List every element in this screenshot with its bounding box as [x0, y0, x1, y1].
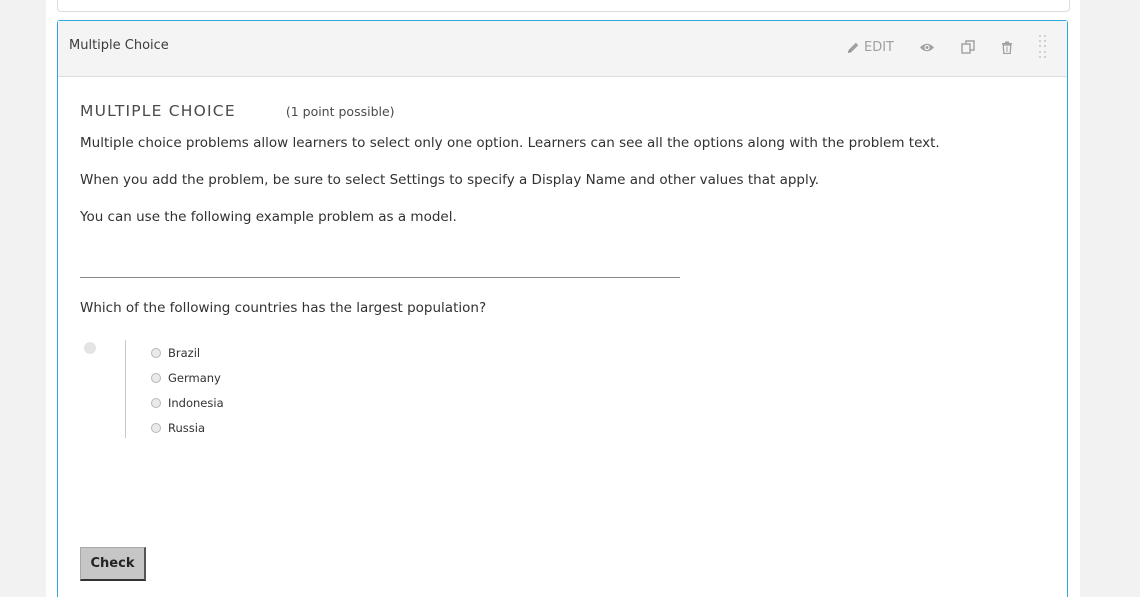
problem-instructions: When you add the problem, be sure to sel… [80, 172, 820, 188]
component-header: Multiple Choice EDIT [58, 21, 1067, 77]
problem-description: Multiple choice problems allow learners … [80, 135, 940, 151]
problem-header: MULTIPLE CHOICE (1 point possible) [80, 102, 1040, 120]
choice-group: Brazil Germany Indonesia Russia [80, 340, 1040, 440]
choice-label: Russia [168, 420, 205, 435]
choice-label: Indonesia [168, 395, 224, 410]
copy-icon [961, 40, 975, 54]
trash-icon [1002, 41, 1012, 54]
radio-button[interactable] [151, 397, 161, 408]
check-button[interactable]: Check [80, 547, 146, 581]
pencil-icon [848, 42, 859, 53]
problem-body: MULTIPLE CHOICE (1 point possible) Multi… [80, 102, 1040, 440]
preview-button[interactable] [919, 42, 935, 53]
problem-model-note: You can use the following example proble… [80, 209, 457, 225]
choice-list: Brazil Germany Indonesia Russia [151, 340, 224, 440]
choice-russia[interactable]: Russia [151, 415, 224, 440]
edit-button[interactable]: EDIT [847, 40, 894, 55]
radio-button[interactable] [151, 422, 161, 433]
question-text: Which of the following countries has the… [80, 300, 487, 316]
component-title: Multiple Choice [69, 38, 169, 53]
choice-brazil[interactable]: Brazil [151, 340, 224, 365]
choice-indonesia[interactable]: Indonesia [151, 390, 224, 415]
choice-germany[interactable]: Germany [151, 365, 224, 390]
radio-button[interactable] [151, 372, 161, 383]
separator-line [80, 277, 680, 278]
problem-title: MULTIPLE CHOICE [80, 102, 236, 120]
component-actions: EDIT [847, 35, 1047, 59]
previous-component-card [57, 0, 1070, 12]
points-possible: (1 point possible) [285, 104, 395, 119]
status-indicator-icon [84, 342, 96, 354]
studio-page: Multiple Choice EDIT MULTIPLE CHOICE (1 … [0, 0, 1140, 597]
duplicate-button[interactable] [961, 40, 975, 54]
multiple-choice-component: Multiple Choice EDIT MULTIPLE CHOICE (1 … [57, 20, 1068, 597]
choice-divider [125, 340, 126, 438]
choice-label: Brazil [168, 345, 201, 360]
choice-label: Germany [168, 370, 221, 385]
right-gutter [1080, 0, 1140, 597]
eye-icon [920, 43, 934, 51]
drag-handle-icon[interactable] [1039, 35, 1047, 59]
radio-button[interactable] [151, 347, 161, 358]
left-gutter [0, 0, 46, 597]
delete-button[interactable] [1001, 41, 1013, 54]
edit-label: EDIT [864, 39, 894, 55]
